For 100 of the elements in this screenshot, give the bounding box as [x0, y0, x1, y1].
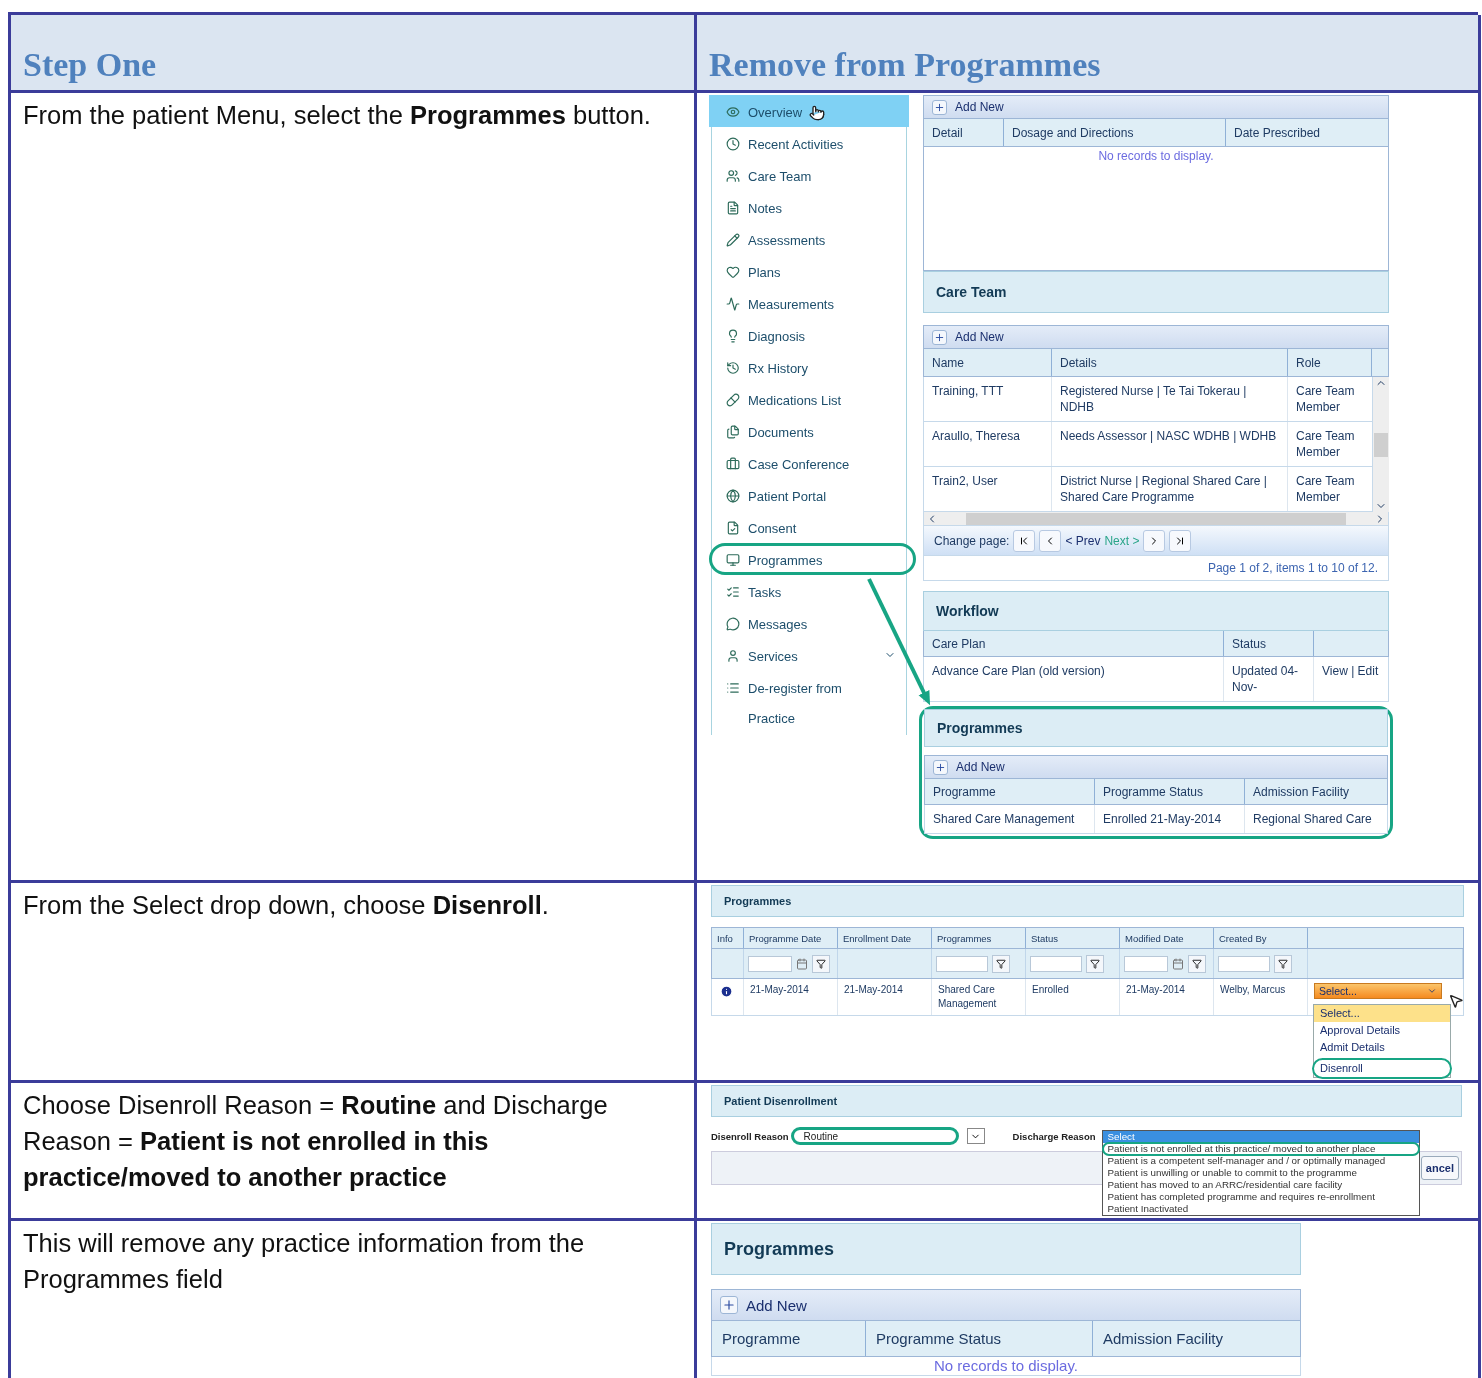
filter-icon: [996, 958, 1006, 969]
column-header: Admission Facility: [1102, 1329, 1225, 1349]
first-page-button[interactable]: [1013, 529, 1036, 552]
heart-icon: [726, 265, 740, 279]
table-cell: Needs Assessor | NASC WDHB | WDHB: [1052, 422, 1288, 466]
menu-item[interactable]: Documents: [709, 415, 909, 447]
menu-item[interactable]: Assessments: [709, 223, 909, 255]
menu-item[interactable]: Consent: [709, 511, 909, 543]
dropdown-option[interactable]: Admit Details: [1314, 1039, 1450, 1056]
dropdown-option[interactable]: Patient has moved to an ARRC/residential care facility: [1102, 1179, 1419, 1191]
filter-button[interactable]: [1188, 954, 1206, 973]
filter-field[interactable]: [1030, 955, 1082, 972]
info-icon: [720, 985, 733, 998]
menu-item[interactable]: Programmes: [709, 543, 916, 575]
filter-field[interactable]: [1218, 955, 1270, 972]
menu-item[interactable]: Tasks: [709, 575, 909, 607]
menu-item[interactable]: Patient Portal: [709, 479, 909, 511]
menu-item[interactable]: Recent Activities: [709, 127, 909, 159]
next-page-button[interactable]: [1143, 529, 1166, 552]
menu-item[interactable]: Messages: [709, 607, 909, 639]
filter-button[interactable]: [812, 954, 830, 973]
menu-item[interactable]: Rx History: [709, 351, 909, 383]
dropdown-option[interactable]: Select...: [1314, 1005, 1450, 1022]
column-header: Name: [924, 349, 1052, 376]
column-header: Status: [1224, 631, 1314, 656]
menu-item[interactable]: Medications List: [709, 383, 909, 415]
menu-item[interactable]: Overview: [709, 95, 909, 127]
menu-item[interactable]: Case Conference: [709, 447, 909, 479]
scrollbar[interactable]: [1373, 377, 1389, 512]
notepad-icon: [726, 201, 740, 215]
column-heading: Step One: [23, 46, 157, 84]
filter-field[interactable]: [936, 955, 988, 972]
filter-button[interactable]: [992, 954, 1010, 973]
table-cell: Enrolled 21-May-2014: [1095, 805, 1245, 833]
column-header: Dosage and Directions: [1004, 119, 1226, 146]
menu-item[interactable]: De-register from Practice: [709, 671, 909, 735]
column-header: Status: [1026, 928, 1120, 948]
filter-button[interactable]: [1274, 954, 1292, 973]
menu-item[interactable]: Measurements: [709, 287, 909, 319]
reason-select[interactable]: Routine: [790, 1127, 959, 1145]
briefcase-icon: [726, 457, 740, 471]
date-filter-field[interactable]: [748, 955, 792, 972]
table-cell: Training, TTT: [924, 377, 1052, 421]
dropdown-option[interactable]: Patient is not enrolled at this practice/ moved to another place: [1102, 1143, 1419, 1155]
table-cell: Welby, Marcus: [1214, 979, 1308, 1015]
column-header: Created By: [1214, 928, 1308, 948]
hand-cursor-icon: [809, 105, 825, 121]
add-new-button[interactable]: Add New: [720, 1296, 807, 1314]
calendar-icon: [1172, 957, 1184, 970]
previous-page-button[interactable]: [1039, 529, 1062, 552]
eye-icon: [726, 105, 740, 119]
pager-label: Change page:: [934, 533, 1010, 548]
prev-link[interactable]: < Prev: [1065, 533, 1101, 548]
menu-item[interactable]: Notes: [709, 191, 909, 223]
documents-icon: [726, 425, 740, 439]
dropdown-option[interactable]: Approval Details: [1314, 1022, 1450, 1039]
column-header: Enrollment Date: [838, 928, 932, 948]
scroll-thumb[interactable]: [966, 512, 1346, 525]
plus-icon: [934, 331, 945, 343]
history-icon: [726, 361, 740, 375]
section-header: Programmes: [924, 709, 1388, 747]
cancel-button[interactable]: ancel: [1420, 1156, 1459, 1180]
table-cell: Shared Care Management: [925, 805, 1095, 833]
instruction-text: From the patient Menu, select the Programmes button.: [22, 100, 652, 131]
lightbulb-icon: [726, 329, 740, 343]
table-cell: Enrolled: [1026, 979, 1120, 1015]
dropdown-option[interactable]: Patient is a competent self-manager and / or optimally managed: [1102, 1155, 1419, 1167]
filter-button[interactable]: [1086, 954, 1104, 973]
scroll-thumb[interactable]: [1374, 432, 1388, 457]
menu-item[interactable]: Services: [709, 639, 909, 671]
section-header: Workflow: [923, 591, 1389, 631]
date-filter-field[interactable]: [1124, 955, 1168, 972]
globe-icon: [726, 489, 740, 503]
page-summary: Page 1 of 2, items 1 to 10 of 12.: [923, 556, 1389, 581]
horizontal-scrollbar[interactable]: [923, 512, 1389, 526]
table-cell: Shared Care Management: [932, 979, 1026, 1015]
menu-item[interactable]: Care Team: [709, 159, 909, 191]
dropdown-option[interactable]: Patient is unwilling or unable to commit to the programme: [1102, 1167, 1419, 1179]
calendar-icon: [796, 957, 808, 970]
document-check-icon: [726, 521, 740, 535]
action-select[interactable]: Select...: [1314, 983, 1442, 999]
add-new-button[interactable]: Add New: [932, 329, 1004, 345]
dropdown-option[interactable]: Disenroll: [1314, 1060, 1450, 1077]
table-cell: District Nurse | Regional Shared Care | Shared Care Programme: [1052, 467, 1288, 511]
column-header: Info: [712, 928, 744, 948]
dropdown-button[interactable]: [966, 1128, 985, 1144]
caret-icon: [1427, 986, 1437, 996]
table-cell-text: Care Team Member: [1295, 473, 1356, 506]
last-page-button[interactable]: [1169, 529, 1192, 552]
add-new-button[interactable]: Add New: [932, 99, 1004, 115]
section-header: Care Team: [923, 271, 1389, 313]
menu-item[interactable]: Diagnosis: [709, 319, 909, 351]
dropdown-option[interactable]: Patient has completed programme and requires re-enrollment: [1102, 1191, 1419, 1203]
table-cell: Updated 04-Nov-: [1224, 657, 1314, 701]
dropdown-option[interactable]: Patient Inactivated: [1102, 1203, 1419, 1215]
menu-item[interactable]: Plans: [709, 255, 909, 287]
section-header: Programmes: [711, 1223, 1301, 1275]
filter-icon: [816, 958, 826, 969]
add-new-button[interactable]: Add New: [933, 759, 1005, 775]
people-icon: [726, 169, 740, 183]
